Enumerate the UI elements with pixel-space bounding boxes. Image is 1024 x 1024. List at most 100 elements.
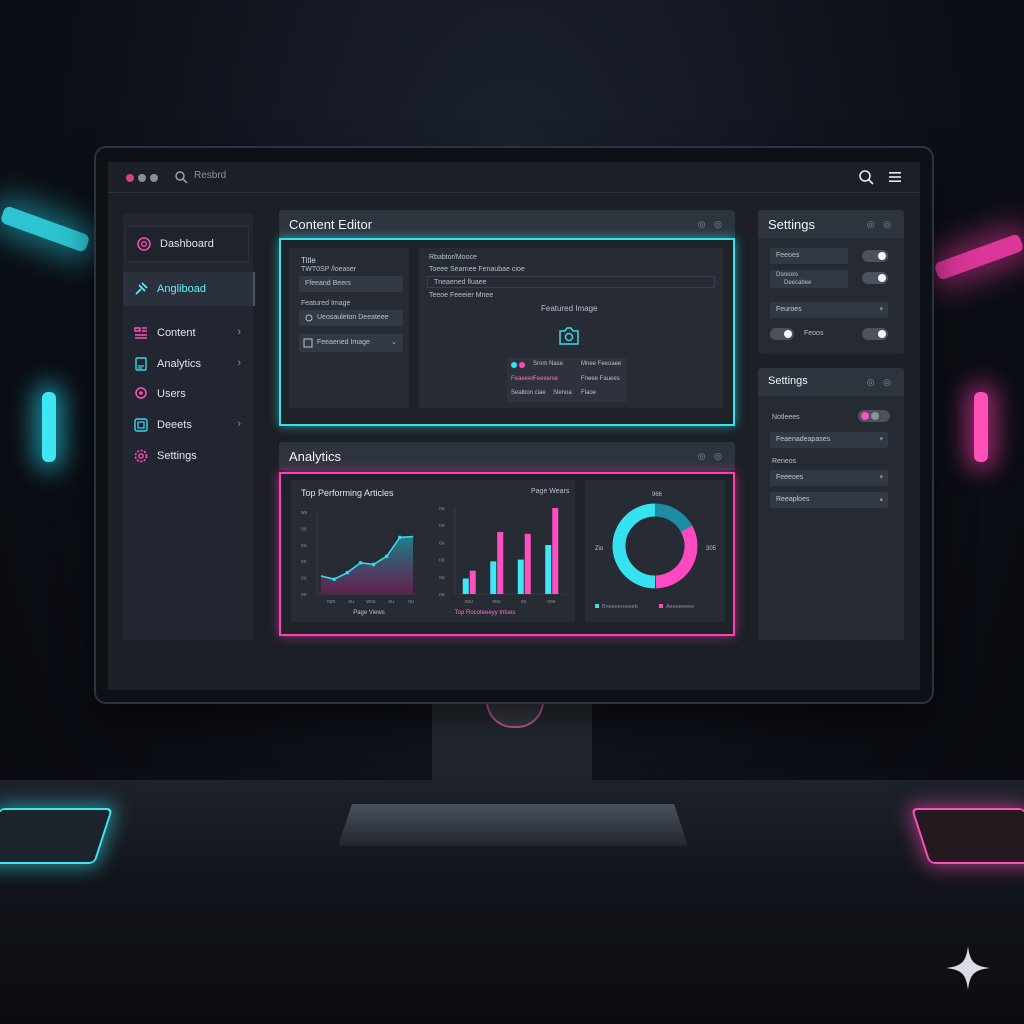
reeaploes-select[interactable]: Reeaploes ▴	[770, 492, 888, 508]
gear-icon	[134, 449, 148, 463]
x-tick-label: oun	[327, 599, 336, 605]
chevron-down-icon: ▾	[879, 474, 883, 481]
setting-row-sublabel: Deecabee	[784, 280, 812, 286]
feuroes-select[interactable]: Feuroes ▾	[770, 302, 888, 318]
sidebar-item-label: Analytics	[157, 358, 202, 370]
image-icon	[303, 338, 313, 348]
settings-header-2: Settings ◎ ◎	[758, 368, 904, 396]
sparkle-icon	[946, 946, 990, 990]
title-input[interactable]: Ffeeand Beers	[299, 276, 403, 292]
featured-image-label: Featured Image	[301, 300, 351, 307]
sidebar-item-analytics[interactable]: Analytics ›	[123, 347, 253, 381]
menu-icon[interactable]	[888, 170, 902, 184]
feeeoes-select[interactable]: Feeeoes ▾	[770, 470, 888, 486]
toggle-dsreoxs[interactable]	[862, 272, 888, 284]
preview-input[interactable]: Tneaened fluaee	[427, 276, 715, 288]
y-tick-label: ou	[301, 543, 307, 549]
table-cell: Flaoe	[581, 390, 597, 396]
x-tick-label: ou	[348, 599, 354, 605]
section-label: Reneos	[772, 458, 797, 465]
chevron-down-icon: ⌄	[391, 339, 397, 346]
line-chart-title: Top Performing Articles	[301, 488, 394, 498]
content-editor-panel: Content Editor ◎ ◎ Title TWT0SP /loeaser…	[279, 210, 735, 426]
x-tick-label: oou	[492, 599, 501, 605]
toggle-feoos-left[interactable]	[770, 328, 794, 340]
data-point	[358, 561, 363, 565]
y-tick-label: oo	[439, 523, 445, 529]
feaenadeapases-select[interactable]: Feaenadeapases ▾	[770, 432, 888, 448]
y-tick-label: ou	[439, 540, 445, 546]
bar	[552, 508, 559, 594]
panel-controls-icon[interactable]: ◎ ◎	[867, 377, 894, 388]
chevron-up-icon: ▴	[879, 496, 883, 503]
search-icon-right[interactable]	[858, 169, 874, 185]
table-cell: Fneee Fauees	[581, 376, 620, 382]
sidebar-item-dashboard[interactable]: Dashboard	[125, 226, 249, 262]
line-chart: wsooouooouoooun ou wou ou ouPage Views	[301, 510, 417, 616]
donut-chart: 966 Zio 305 Bneeeeroeseb Aeeoeeeoe	[595, 492, 717, 610]
monitor-base	[338, 804, 688, 846]
bar	[524, 533, 531, 594]
x-axis-label: Page Views	[353, 610, 385, 616]
x-tick-label: oou	[465, 599, 474, 605]
box-icon	[134, 418, 148, 432]
select-value: Feaenadeapases	[776, 436, 831, 443]
data-point	[332, 577, 336, 582]
toggle-knob	[861, 412, 869, 420]
cyan-wall-light-small	[42, 392, 56, 462]
sidebar-item-deeets[interactable]: Deeets ›	[123, 408, 253, 442]
upload-input[interactable]: Ueosauleton Deeateee	[299, 310, 403, 326]
pink-dot	[519, 362, 525, 368]
bar	[469, 570, 476, 594]
setting-row-label: Feeoes	[770, 248, 848, 264]
settings-header: Settings ◎ ◎	[758, 210, 904, 238]
content-icon	[134, 327, 147, 339]
setting-row-2: Dsreoxs Deecabee	[770, 270, 848, 288]
toggle-feeoes[interactable]	[862, 250, 888, 262]
sidebar-item-settings[interactable]: Settings	[123, 439, 253, 473]
sidebar-item-label: Deeets	[157, 419, 192, 431]
bar-chart-title: Page Wears	[531, 488, 570, 495]
bar-chart: ou oo ou ou ou ou oou oou ou ooe Top Rocoteeeyy tn…	[439, 506, 565, 616]
search-input[interactable]: Resbrd	[194, 170, 226, 181]
monitor: Resbrd Dashboard Angliboad Content › Ana…	[96, 148, 932, 702]
y-tick-label: ou	[439, 558, 445, 564]
title-label: Title	[301, 256, 316, 265]
featured-image-select[interactable]: Feeaened Image ⌄	[299, 334, 403, 352]
slice-value-label: 305	[706, 546, 717, 552]
notleees-toggle[interactable]	[858, 410, 890, 422]
cyan-desk-pad	[0, 808, 114, 864]
content-editor-frame: Title TWT0SP /loeaser Ffeeand Beers Feat…	[279, 238, 735, 426]
analytics-frame: Top Performing Articles Page Wears ws oo o…	[279, 472, 735, 636]
sidebar-item-label: Content	[157, 327, 196, 339]
panel-controls-icon[interactable]: ◎ ◎	[698, 451, 725, 462]
donut-card: 966 Zio 305 Bneeeeroeseb Aeeoeeeoe	[585, 480, 725, 622]
y-tick-label: ou	[439, 506, 445, 512]
sidebar-item-content[interactable]: Content ›	[123, 316, 253, 350]
analytics-panel: Analytics ◎ ◎ Top Performing Articles Pa…	[279, 442, 735, 638]
cyan-wall-light	[0, 205, 91, 253]
window-dot-gray-2[interactable]	[150, 174, 158, 182]
slice-value-label: Zio	[595, 546, 604, 552]
y-tick-label: oo	[301, 559, 307, 565]
chevron-right-icon: ›	[237, 326, 241, 338]
window-dot-gray[interactable]	[138, 174, 146, 182]
notleees-label: Notleees	[772, 414, 800, 421]
toggle-feoos[interactable]	[862, 328, 888, 340]
charts-card: Top Performing Articles Page Wears ws oo o…	[291, 480, 575, 622]
chevron-down-icon: ▾	[879, 306, 883, 313]
search-icon[interactable]	[174, 170, 188, 184]
panel-controls-icon[interactable]: ◎ ◎	[698, 219, 725, 230]
sidebar-item-users[interactable]: Users	[123, 377, 253, 411]
sidebar-item-angliboad[interactable]: Angliboad	[123, 272, 255, 306]
pink-wall-light-small	[974, 392, 988, 462]
window-dot-red[interactable]	[126, 174, 134, 182]
camera-icon[interactable]	[557, 324, 581, 348]
bar	[462, 578, 469, 594]
panel-controls-icon[interactable]: ◎ ◎	[867, 219, 894, 230]
legend-label: Aeeoeeeoe	[666, 604, 694, 610]
toggle-knob-2	[871, 412, 879, 420]
y-tick-label: ou	[439, 575, 445, 581]
preview-line-1: Toeee Searnee Fenaubae cioe	[429, 266, 525, 273]
legend-swatch	[659, 604, 663, 608]
